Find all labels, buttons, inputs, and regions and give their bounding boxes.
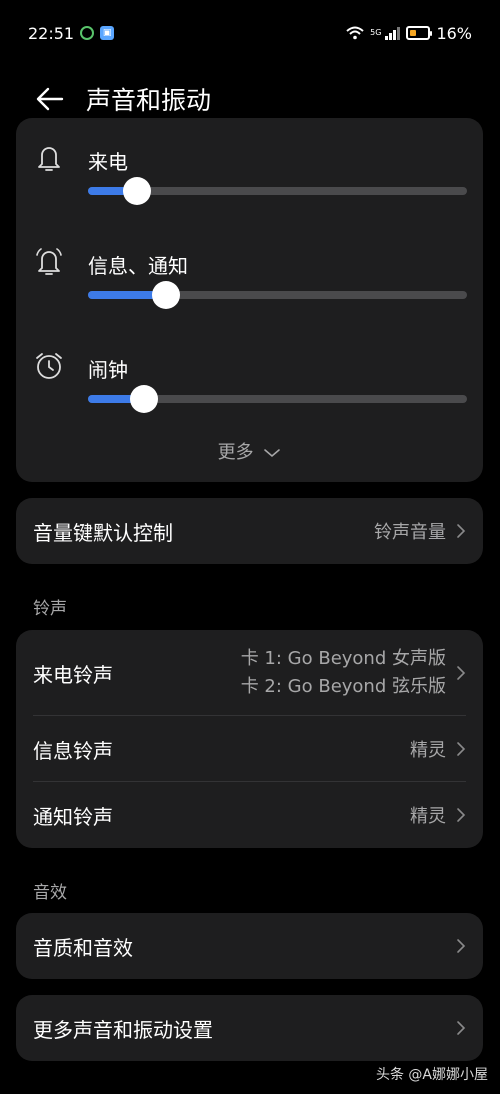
- more-button[interactable]: 更多: [16, 438, 483, 464]
- slider-thumb[interactable]: [130, 385, 159, 413]
- volume-slider-alarm[interactable]: [88, 385, 467, 413]
- message-ringtone-row[interactable]: 信息铃声 精灵: [16, 716, 483, 782]
- volume-slider-notification[interactable]: [88, 281, 467, 309]
- effects-card: 音质和音效: [16, 913, 483, 979]
- more-label: 更多: [217, 442, 254, 463]
- volume-key-card: 音量键默认控制 铃声音量: [16, 498, 483, 564]
- chevron-right-icon: [457, 1021, 466, 1035]
- chevron-right-icon: [457, 742, 466, 756]
- volume-label-notification: 信息、通知: [88, 254, 188, 278]
- sound-quality-chevron-group: [456, 938, 466, 954]
- volume-key-label: 音量键默认控制: [33, 520, 173, 545]
- notification-ringtone-value: 精灵: [410, 806, 446, 827]
- status-right: 5G 16%: [346, 24, 472, 43]
- notification-ringtone-row[interactable]: 通知铃声 精灵: [16, 782, 483, 848]
- back-arrow-icon[interactable]: [30, 79, 70, 119]
- slider-thumb[interactable]: [123, 177, 152, 205]
- notification-ringtone-value-group: 精灵: [410, 802, 466, 828]
- message-ringtone-value: 精灵: [410, 740, 446, 761]
- battery-percent: 16%: [436, 23, 472, 43]
- more-settings-card: 更多声音和振动设置: [16, 995, 483, 1061]
- more-settings-label: 更多声音和振动设置: [33, 1017, 213, 1042]
- volume-label-alarm: 闹钟: [88, 358, 128, 382]
- ringtone-card: 来电铃声 卡 1: Go Beyond 女声版 卡 2: Go Beyond 弦…: [16, 630, 483, 848]
- volume-item-notification: 信息、通知: [16, 234, 483, 334]
- watermark: 头条 @A娜娜小屋: [375, 1067, 488, 1083]
- volume-label-ringer: 来电: [88, 150, 128, 174]
- status-left: 22:51 ▣: [28, 23, 115, 43]
- battery-icon: [406, 26, 433, 40]
- chevron-right-icon: [457, 808, 466, 822]
- incoming-ringtone-label: 来电铃声: [33, 662, 113, 687]
- wifi-icon: [346, 26, 364, 40]
- network-type: 5G: [370, 28, 382, 37]
- bell-ring-icon: [36, 248, 62, 275]
- more-settings-chevron-group: [456, 1020, 466, 1036]
- more-settings-row[interactable]: 更多声音和振动设置: [16, 995, 483, 1061]
- bell-icon: [38, 147, 60, 171]
- volume-key-value-group: 铃声音量: [374, 518, 466, 544]
- sim2-ringtone: 卡 2: Go Beyond 弦乐版: [240, 676, 446, 697]
- volume-card: 来电 信息、通知 闹钟 更多: [16, 118, 483, 482]
- slider-thumb[interactable]: [151, 281, 180, 309]
- globe-icon: [80, 26, 95, 40]
- page-title: 声音和振动: [86, 86, 212, 115]
- message-ringtone-label: 信息铃声: [33, 738, 113, 763]
- sim1-ringtone: 卡 1: Go Beyond 女声版: [240, 648, 446, 669]
- notification-ringtone-label: 通知铃声: [33, 804, 113, 829]
- status-time: 22:51: [28, 23, 75, 43]
- signal-icon: [385, 26, 401, 40]
- sound-quality-label: 音质和音效: [33, 935, 133, 960]
- incoming-ringtone-row[interactable]: 来电铃声 卡 1: Go Beyond 女声版 卡 2: Go Beyond 弦…: [16, 630, 483, 716]
- alarm-clock-icon: [36, 353, 62, 379]
- app-notification-icon: ▣: [100, 26, 115, 40]
- chevron-right-icon: [457, 524, 466, 538]
- volume-slider-ringer[interactable]: [88, 177, 467, 205]
- section-title-effects: 音效: [33, 883, 67, 903]
- message-ringtone-value-group: 精灵: [410, 736, 466, 762]
- volume-item-ringer: 来电: [16, 130, 483, 230]
- volume-key-value: 铃声音量: [374, 522, 446, 543]
- volume-item-alarm: 闹钟: [16, 338, 483, 438]
- sound-quality-row[interactable]: 音质和音效: [16, 913, 483, 979]
- chevron-right-icon: [457, 939, 466, 953]
- incoming-ringtone-values: 卡 1: Go Beyond 女声版 卡 2: Go Beyond 弦乐版: [241, 645, 446, 701]
- section-title-ringtone: 铃声: [33, 599, 67, 619]
- chevron-down-icon: [264, 449, 281, 458]
- volume-key-row[interactable]: 音量键默认控制 铃声音量: [16, 498, 483, 564]
- status-bar: 22:51 ▣ 5G 16%: [0, 0, 500, 66]
- incoming-ringtone-value-group: 卡 1: Go Beyond 女声版 卡 2: Go Beyond 弦乐版: [241, 645, 466, 701]
- chevron-right-icon: [457, 666, 466, 680]
